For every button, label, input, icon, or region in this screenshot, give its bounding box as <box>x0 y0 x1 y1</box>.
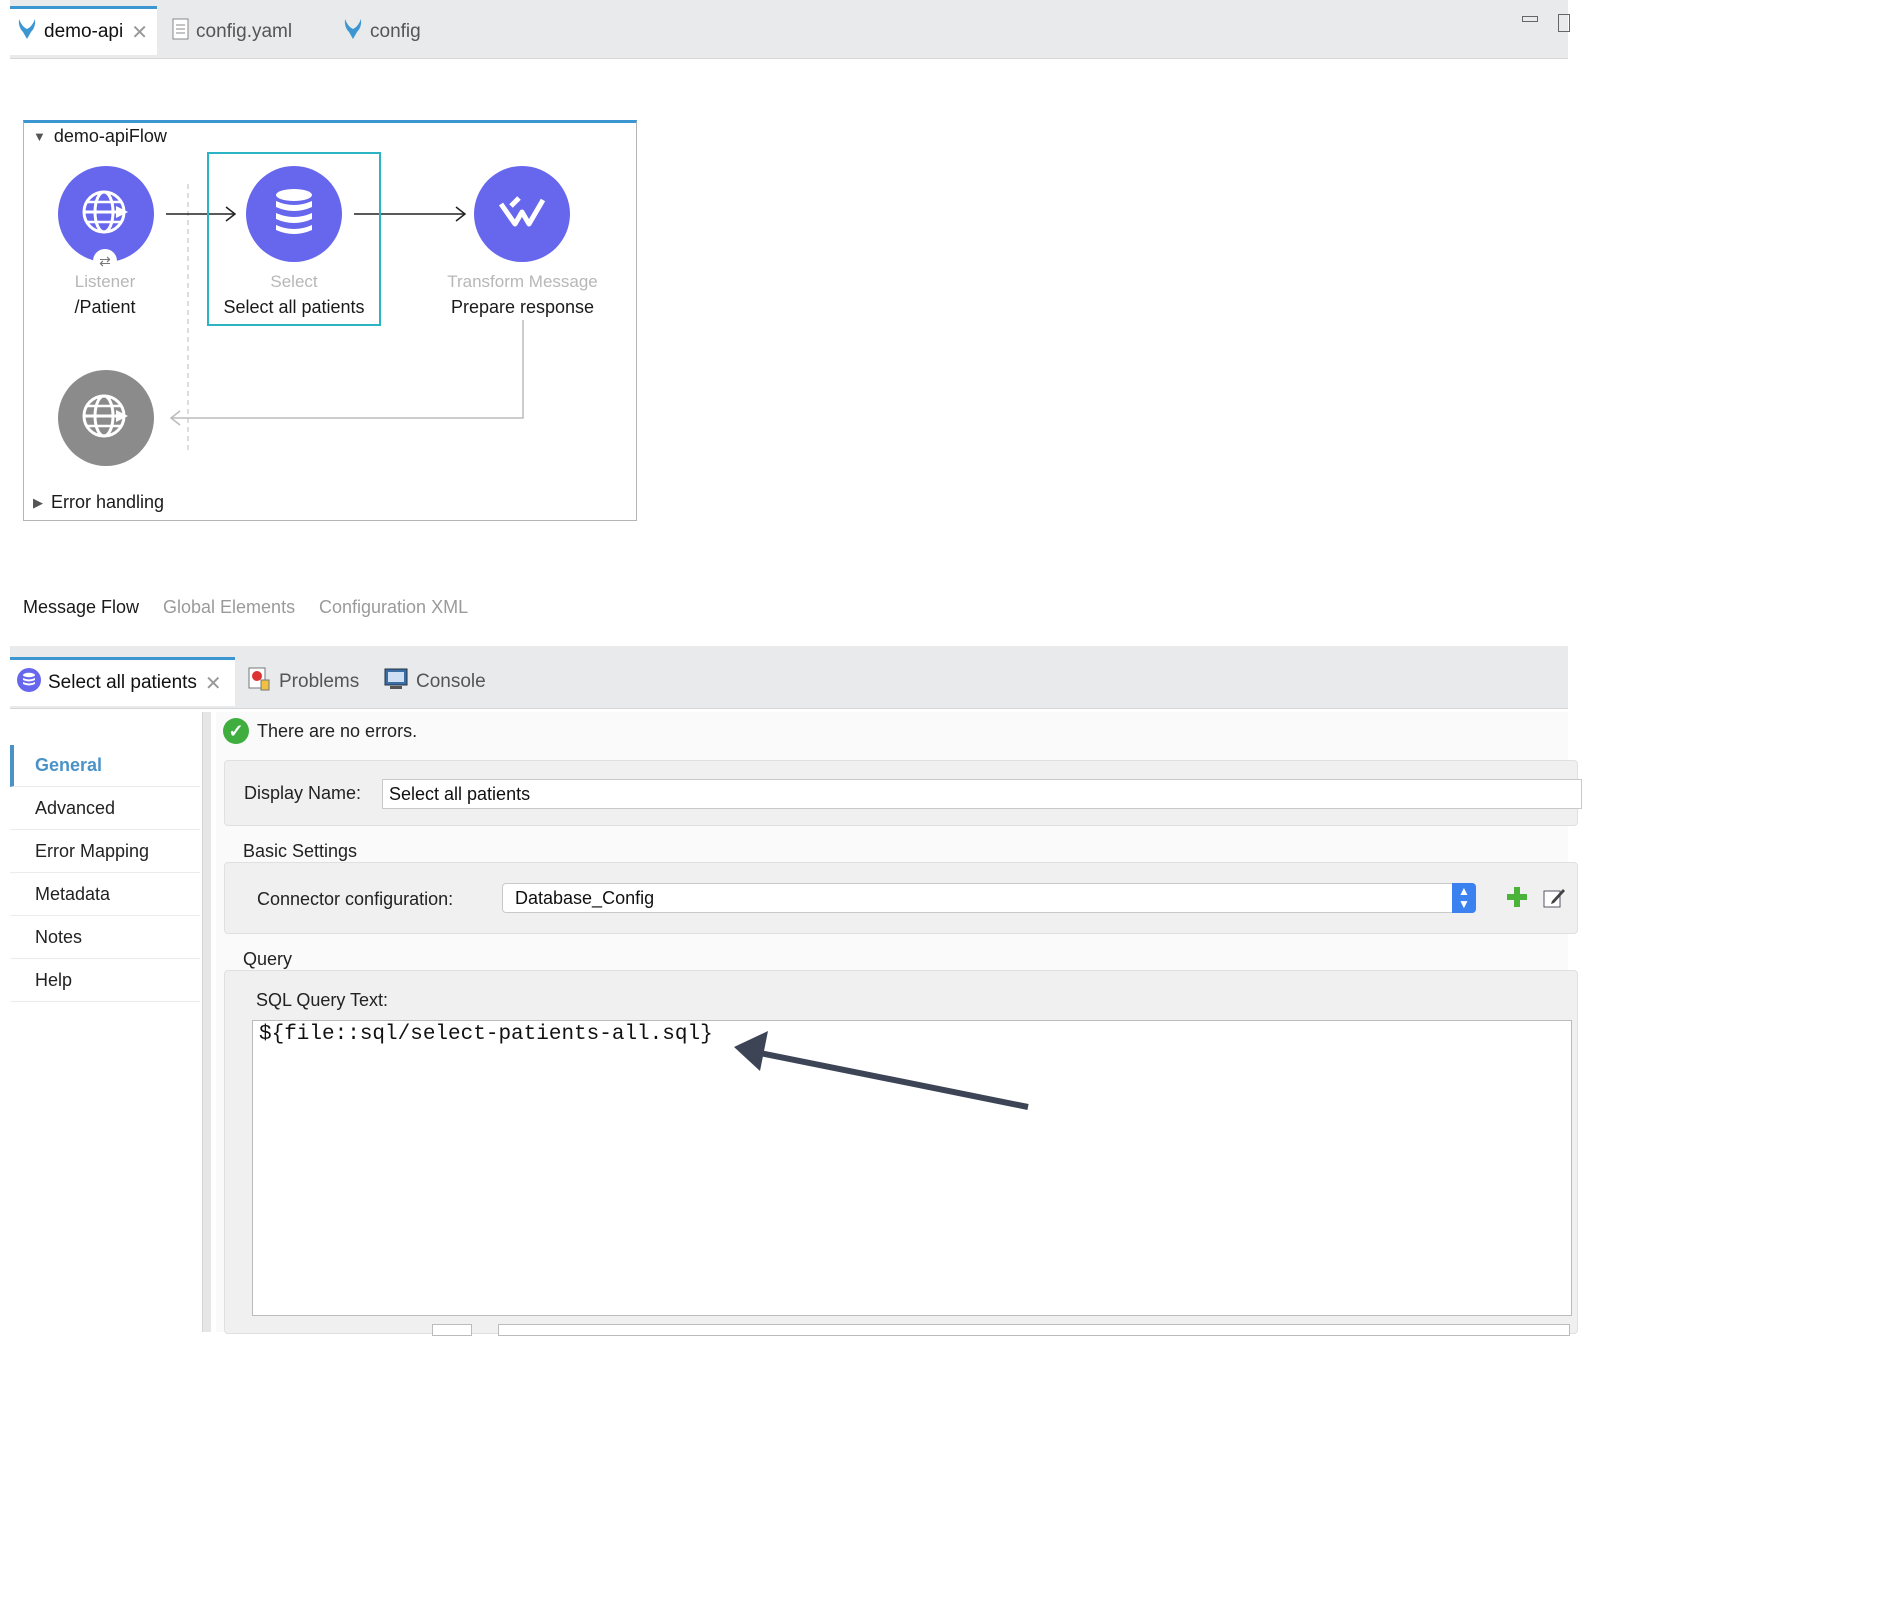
node-type: Select <box>270 272 318 291</box>
display-name-label: Display Name: <box>244 783 362 803</box>
nav-error-mapping[interactable]: Error Mapping <box>10 831 200 873</box>
database-icon <box>272 187 316 242</box>
connector-config-value: Database_Config <box>515 887 655 908</box>
nav-advanced[interactable]: Advanced <box>10 788 200 830</box>
node-name: Select all patients <box>223 297 365 317</box>
database-icon <box>16 667 42 699</box>
expand-triangle-icon[interactable]: ▶ <box>33 495 43 511</box>
tab-configuration-xml[interactable]: Configuration XML <box>319 597 468 618</box>
edit-config-icon[interactable] <box>1542 886 1566 910</box>
dataweave-icon <box>497 192 547 237</box>
select-node[interactable] <box>246 166 342 262</box>
query-heading: Query <box>243 949 293 969</box>
nav-notes[interactable]: Notes <box>10 917 200 959</box>
connector-config-label: Connector configuration: <box>257 889 454 909</box>
response-node[interactable] <box>58 370 154 466</box>
tab-select-all-patients[interactable]: Select all patients ✕ <box>10 657 235 706</box>
exchange-icon: ⇄ <box>93 249 117 273</box>
display-name-input[interactable]: Select all patients <box>382 779 1582 809</box>
basic-settings-heading: Basic Settings <box>243 841 358 861</box>
node-type: Listener <box>74 272 136 291</box>
error-handling-label: Error handling <box>51 492 165 512</box>
globe-icon <box>80 186 132 243</box>
chevron-updown-icon[interactable]: ▲ ▼ <box>1452 883 1476 913</box>
tab-label: Problems <box>279 671 360 692</box>
close-icon[interactable]: ✕ <box>205 671 222 696</box>
tab-global-elements[interactable]: Global Elements <box>163 597 295 618</box>
panel-tab-bar <box>10 646 1568 709</box>
scroll-control[interactable] <box>432 1324 472 1336</box>
error-handling-toggle[interactable]: ▶ Error handling <box>33 492 164 513</box>
transform-node[interactable] <box>474 166 570 262</box>
console-icon <box>384 667 408 697</box>
tab-problems[interactable]: Problems <box>247 657 359 707</box>
nav-help[interactable]: Help <box>10 960 200 1002</box>
annotation-arrow <box>734 1031 1029 1110</box>
tab-label: Select all patients <box>48 672 197 693</box>
connector-config-select[interactable]: Database_Config <box>502 883 1476 913</box>
problems-icon <box>247 666 271 698</box>
check-icon: ✓ <box>223 718 249 744</box>
node-name: /Patient <box>74 297 136 317</box>
nav-general[interactable]: General <box>10 745 200 787</box>
listener-node[interactable] <box>58 166 154 262</box>
tab-console[interactable]: Console <box>384 657 486 707</box>
node-type: Transform Message <box>447 272 598 291</box>
nav-metadata[interactable]: Metadata <box>10 874 200 916</box>
status-message: There are no errors. <box>257 721 418 741</box>
minimize-icon[interactable] <box>1522 16 1538 22</box>
nav-splitter[interactable] <box>202 712 211 1332</box>
sql-query-label: SQL Query Text: <box>256 990 389 1010</box>
query-params-field[interactable] <box>498 1324 1570 1336</box>
globe-icon <box>80 390 132 447</box>
return-arrow <box>172 320 524 419</box>
add-config-icon[interactable] <box>1506 886 1528 908</box>
tab-message-flow[interactable]: Message Flow <box>23 597 139 618</box>
maximize-icon[interactable] <box>1558 14 1570 32</box>
node-name: Prepare response <box>450 297 595 317</box>
tab-label: Console <box>416 671 486 692</box>
